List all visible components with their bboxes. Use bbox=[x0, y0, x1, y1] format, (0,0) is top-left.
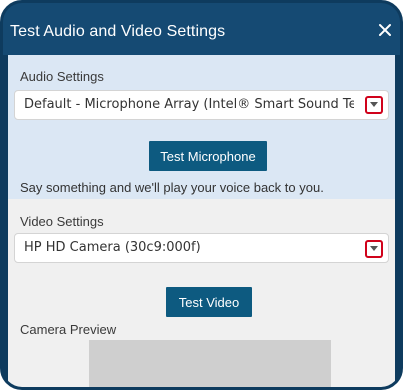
audio-device-value: Default - Microphone Array (Intel® Smart… bbox=[24, 97, 354, 112]
video-dropdown-toggle[interactable] bbox=[365, 240, 383, 258]
video-settings-label: Video Settings bbox=[20, 214, 104, 229]
audio-settings-label: Audio Settings bbox=[20, 69, 104, 84]
video-device-value: HP HD Camera (30c9:000f) bbox=[24, 240, 201, 255]
audio-dropdown-toggle[interactable] bbox=[365, 96, 383, 114]
settings-dialog: Test Audio and Video Settings Audio Sett… bbox=[0, 0, 403, 390]
camera-preview bbox=[89, 340, 331, 387]
audio-device-select[interactable]: Default - Microphone Array (Intel® Smart… bbox=[14, 90, 389, 120]
video-device-select[interactable]: HP HD Camera (30c9:000f) bbox=[14, 233, 389, 263]
test-microphone-button[interactable]: Test Microphone bbox=[149, 141, 267, 171]
test-video-button[interactable]: Test Video bbox=[166, 287, 252, 317]
close-icon[interactable] bbox=[374, 19, 396, 41]
dialog-title: Test Audio and Video Settings bbox=[10, 23, 226, 40]
audio-helper-text: Say something and we'll play your voice … bbox=[20, 180, 324, 195]
chevron-down-icon bbox=[370, 102, 378, 107]
camera-preview-label: Camera Preview bbox=[20, 322, 117, 337]
chevron-down-icon bbox=[370, 246, 378, 251]
dialog-titlebar: Test Audio and Video Settings bbox=[3, 3, 400, 55]
